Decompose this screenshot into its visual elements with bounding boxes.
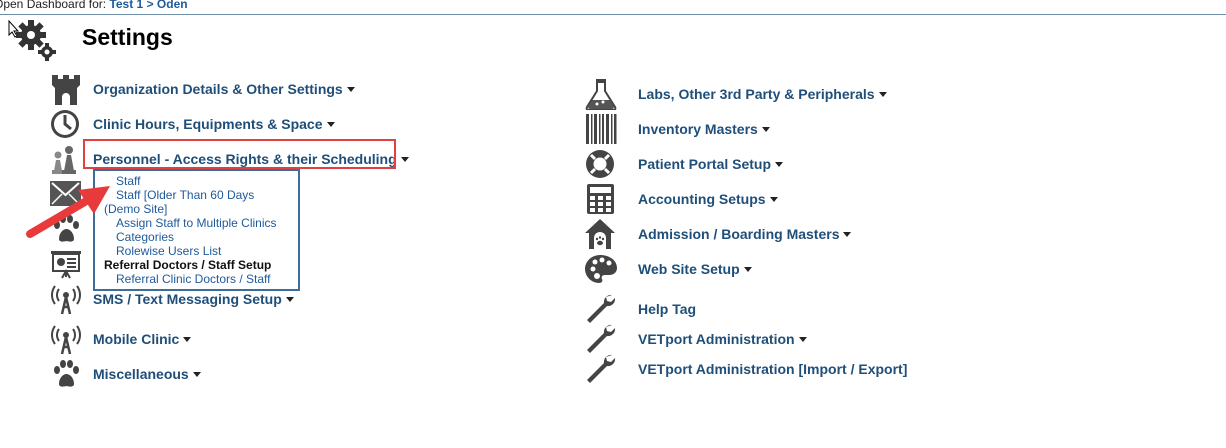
menu-inventory-masters[interactable]: Inventory Masters	[584, 113, 824, 145]
wrench-icon	[587, 324, 616, 353]
dropdown-item-staff-older[interactable]: Staff [Older Than 60 Days	[116, 188, 254, 202]
antenna-icon	[51, 325, 81, 355]
barcode-icon	[586, 114, 617, 144]
dropdown-item-rolewise-users[interactable]: Rolewise Users List	[116, 244, 221, 258]
pointer-arrow-annotation	[26, 186, 110, 238]
calculator-icon	[587, 184, 614, 214]
menu-web-site-label: Web Site Setup	[638, 261, 740, 277]
chevron-down-icon	[798, 337, 807, 342]
personnel-dropdown-menu: Staff Staff [Older Than 60 Days (Demo Si…	[93, 169, 300, 291]
menu-miscellaneous[interactable]: Miscellaneous	[49, 358, 249, 390]
menu-accounting-setups[interactable]: Accounting Setups	[584, 183, 824, 215]
menu-organization-details-label: Organization Details & Other Settings	[93, 81, 343, 97]
chess-pawns-icon	[52, 146, 76, 174]
lifebuoy-icon	[586, 150, 614, 178]
menu-miscellaneous-label: Miscellaneous	[93, 366, 189, 382]
menu-help-tag-label: Help Tag	[638, 301, 697, 317]
presentation-icon	[51, 251, 81, 279]
menu-patient-portal[interactable]: Patient Portal Setup	[584, 148, 824, 180]
menu-vetport-import-export[interactable]: VETport Administration [Import / Export]	[584, 353, 924, 385]
menu-admission-boarding[interactable]: Admission / Boarding Masters	[584, 218, 884, 250]
breadcrumb-link-oden[interactable]: Oden	[157, 0, 188, 11]
chevron-down-icon	[775, 162, 784, 167]
menu-sms-label: SMS / Text Messaging Setup	[93, 291, 282, 307]
menu-clinic-hours[interactable]: Clinic Hours, Equipments & Space	[49, 108, 369, 140]
chevron-down-icon	[346, 87, 355, 92]
chevron-down-icon	[285, 297, 294, 302]
dropdown-item-referral-doctors[interactable]: Referral Doctors / Staff Setup	[104, 258, 271, 272]
chevron-down-icon	[878, 92, 887, 97]
menu-mobile-clinic-label: Mobile Clinic	[93, 331, 180, 347]
top-bar: Open Dashboard for: Test 1 > Oden	[0, 0, 1226, 15]
dropdown-item-categories[interactable]: Categories	[116, 230, 174, 244]
dropdown-item-referral-clinic-doctors[interactable]: Referral Clinic Doctors / Staff	[116, 272, 271, 286]
menu-labs-3rd-party[interactable]: Labs, Other 3rd Party & Peripherals	[584, 78, 904, 110]
castle-icon	[52, 75, 80, 105]
wrench-icon	[587, 294, 616, 323]
wrench-icon	[587, 354, 616, 383]
menu-clinic-hours-label: Clinic Hours, Equipments & Space	[93, 116, 323, 132]
menu-mobile-clinic[interactable]: Mobile Clinic	[49, 323, 249, 355]
highlight-box	[83, 139, 396, 169]
menu-vetport-administration[interactable]: VETport Administration	[584, 323, 824, 355]
dashboard-breadcrumb: Open Dashboard for: Test 1 > Oden	[0, 0, 188, 11]
dropdown-item-assign-staff[interactable]: Assign Staff to Multiple Clinics	[116, 216, 277, 230]
chevron-down-icon	[400, 157, 409, 162]
chevron-down-icon	[743, 267, 752, 272]
paw-icon	[54, 360, 79, 387]
menu-inventory-label: Inventory Masters	[638, 121, 758, 137]
breadcrumb-prefix: Open Dashboard for:	[0, 0, 107, 11]
chevron-down-icon	[192, 372, 201, 377]
menu-organization-details[interactable]: Organization Details & Other Settings	[49, 73, 369, 105]
clock-icon	[51, 110, 79, 138]
menu-help-tag[interactable]: Help Tag	[584, 293, 784, 325]
gears-icon	[16, 20, 56, 61]
menu-accounting-label: Accounting Setups	[638, 191, 766, 207]
chevron-down-icon	[843, 232, 852, 237]
menu-web-site-setup[interactable]: Web Site Setup	[584, 253, 824, 285]
dropdown-item-staff[interactable]: Staff	[116, 174, 140, 188]
chevron-down-icon	[769, 197, 778, 202]
doghouse-icon	[585, 219, 615, 249]
page-title: Settings	[82, 24, 173, 50]
menu-admission-label: Admission / Boarding Masters	[638, 226, 840, 242]
palette-icon	[585, 255, 617, 283]
menu-vetport-import-export-label: VETport Administration [Import / Export]	[638, 361, 908, 377]
menu-patient-portal-label: Patient Portal Setup	[638, 156, 772, 172]
breadcrumb-separator: >	[146, 0, 154, 11]
menu-vetport-admin-label: VETport Administration	[638, 331, 795, 347]
menu-labs-label: Labs, Other 3rd Party & Peripherals	[638, 86, 875, 102]
antenna-icon	[51, 285, 81, 315]
flask-icon	[585, 79, 617, 110]
chevron-down-icon	[326, 122, 335, 127]
breadcrumb-link-test[interactable]: Test 1	[109, 0, 143, 11]
chevron-down-icon	[761, 127, 770, 132]
chevron-down-icon	[183, 337, 192, 342]
